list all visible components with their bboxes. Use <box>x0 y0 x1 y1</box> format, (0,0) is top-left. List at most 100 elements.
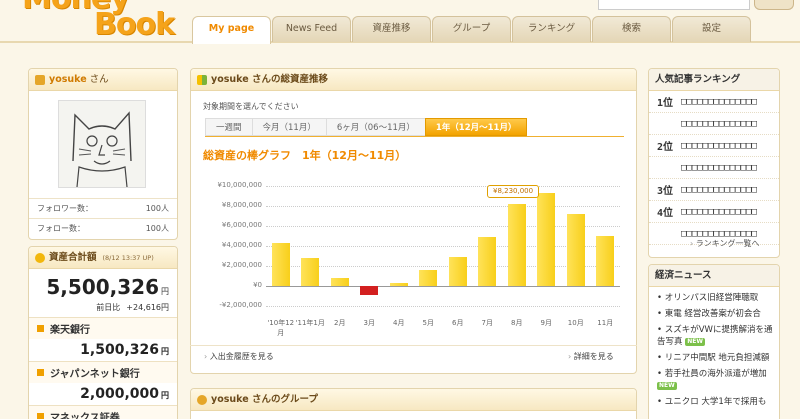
rank-text: □□□□□□□□□□□□□□ <box>681 140 757 151</box>
bank-value-row: 2,000,000 円 <box>29 383 177 405</box>
search-input[interactable] <box>598 0 750 10</box>
news-text: スズキがVWに提携解消を通告写真 <box>657 325 773 347</box>
bank-unit: 円 <box>161 347 169 356</box>
rank-number: 1位 <box>657 98 674 109</box>
chart-bar[interactable] <box>537 193 556 286</box>
user-icon <box>35 74 45 85</box>
group-icon <box>197 394 207 405</box>
ranking-more-link[interactable]: › ランキング一覧へ <box>690 238 760 249</box>
money-book-logo[interactable]: Money Book <box>22 0 175 42</box>
x-tick-label: '11年1月 <box>295 319 325 327</box>
chart-gridline <box>266 286 620 287</box>
rank-number: 2位 <box>657 142 674 153</box>
asset-bar-chart: ¥10,000,000 ¥8,000,000 ¥6,000,000 ¥4,000,00… <box>200 178 625 337</box>
tab-my-page[interactable]: My page <box>192 16 271 44</box>
news-item[interactable]: • オリンパス旧経営陣聴取 <box>649 290 779 306</box>
delta-label: 前日比 <box>96 303 121 312</box>
chart-bar[interactable] <box>360 286 379 295</box>
news-item[interactable]: • スズキがVWに提携解消を通告写真 NEW <box>649 322 779 350</box>
chart-icon <box>197 74 207 85</box>
followers-value: 100人 <box>145 204 169 213</box>
rank-text: □□□□□□□□□□□□□□ <box>681 184 757 195</box>
tab-asset-trend[interactable]: 資産推移 <box>352 16 431 42</box>
chart-bar[interactable] <box>419 270 438 286</box>
bank-item[interactable]: 楽天銀行 <box>29 317 177 339</box>
chart-gridline <box>266 206 620 207</box>
tab-search[interactable]: 検索 <box>592 16 671 42</box>
tab-ranking[interactable]: ランキング <box>512 16 591 42</box>
news-item[interactable]: • 東電 経営改善案が初会合 <box>649 306 779 322</box>
period-1year[interactable]: 1年（12月〜11月） <box>424 118 528 136</box>
bank-bullet-icon <box>37 413 44 419</box>
news-item[interactable]: • リニア中間駅 地元負担減額 <box>649 350 779 366</box>
assets-title: 資産合計額 <box>49 251 97 263</box>
ranking-item[interactable]: 4位 □□□□□□□□□□□□□□ <box>649 201 779 223</box>
details-link[interactable]: › 詳細を見る <box>568 351 614 362</box>
news-text: オリンパス旧経営陣聴取 <box>664 293 759 303</box>
followers-label: フォロワー数： <box>37 204 93 213</box>
x-tick-label: 4月 <box>393 319 405 327</box>
chart-bar[interactable] <box>301 258 320 286</box>
ranking-item[interactable]: □□□□□□□□□□□□□□ <box>649 157 779 179</box>
group-header: yosuke さんのグループ <box>191 389 636 411</box>
x-tick-label: 5月 <box>422 319 434 327</box>
bank-item[interactable]: ジャパンネット銀行 <box>29 361 177 383</box>
y-tick-label: ¥4,000,000 <box>221 241 262 249</box>
ranking-list: 1位 □□□□□□□□□□□□□□ □□□□□□□□□□□□□□ 2位 □□□□□□… <box>649 91 779 245</box>
main-nav: My page News Feed 資産推移 グループ ランキング 検索 設定 <box>192 16 752 44</box>
rank-text: □□□□□□□□□□□□□□ <box>681 118 757 129</box>
x-tick-label: 9月 <box>540 319 552 327</box>
news-text: 若手社員の海外派遣が増加 <box>664 369 767 379</box>
ranking-item[interactable]: 1位 □□□□□□□□□□□□□□ <box>649 91 779 113</box>
value-tooltip: ¥8,230,000 <box>487 185 540 198</box>
chart-bar[interactable] <box>507 203 526 286</box>
following-value: 100人 <box>145 224 169 233</box>
cat-drawing-icon <box>72 111 132 188</box>
followers-row[interactable]: フォロワー数： 100人 <box>29 198 177 218</box>
avatar[interactable] <box>58 100 146 188</box>
period-tabs: 一週間 今月（11月） 6ヶ月（06〜11月） 1年（12月〜11月） <box>205 118 636 136</box>
x-tick-label: 2月 <box>334 319 346 327</box>
assets-total: 5,500,326 <box>46 275 159 299</box>
ranking-item[interactable]: □□□□□□□□□□□□□□ <box>649 113 779 135</box>
chart-bar[interactable] <box>448 257 467 286</box>
chart-bar[interactable] <box>596 236 615 286</box>
deposit-history-text: 入出金履歴を見る <box>209 352 274 361</box>
tab-group[interactable]: グループ <box>432 16 511 42</box>
period-prompt: 対象期間を選んでください <box>203 102 299 111</box>
chart-bar[interactable] <box>478 237 497 286</box>
y-tick-label: ¥6,000,000 <box>221 221 262 229</box>
user-name[interactable]: yosuke <box>49 69 87 91</box>
bank-item[interactable]: マネックス証券 <box>29 405 177 419</box>
x-tick-label: 11月 <box>597 319 614 327</box>
following-row[interactable]: フォロー数： 100人 <box>29 218 177 238</box>
y-tick-label: ¥10,000,000 <box>217 181 262 189</box>
chart-bar[interactable] <box>389 283 408 286</box>
period-month[interactable]: 今月（11月） <box>251 118 326 136</box>
chart-bar[interactable] <box>330 278 349 286</box>
ranking-item[interactable]: 3位 □□□□□□□□□□□□□□ <box>649 179 779 201</box>
x-tick-label: 10月 <box>567 319 584 327</box>
new-badge: NEW <box>657 381 677 390</box>
deposit-history-link[interactable]: › 入出金履歴を見る <box>204 351 274 362</box>
x-tick-label: 3月 <box>363 319 375 327</box>
chart-bar[interactable] <box>566 214 585 286</box>
tab-news-feed[interactable]: News Feed <box>272 16 351 42</box>
rank-number: 4位 <box>657 208 674 219</box>
tab-settings[interactable]: 設定 <box>672 16 751 42</box>
search-button[interactable] <box>754 0 794 10</box>
bank-name: マネックス証券 <box>50 413 120 419</box>
news-panel: 経済ニュース • オリンパス旧経営陣聴取 • 東電 経営改善案が初会合 • スズ… <box>648 264 780 419</box>
chart-bar[interactable] <box>271 243 290 286</box>
group-panel: yosuke さんのグループ <box>190 388 637 419</box>
news-text: ユニクロ 大学1年で採用も <box>664 397 767 407</box>
bank-bullet-icon <box>37 369 44 376</box>
period-6months[interactable]: 6ヶ月（06〜11月） <box>325 118 425 136</box>
y-tick-label: -¥2,000,000 <box>219 301 262 309</box>
logo-line2: Book <box>94 7 175 42</box>
profile-header: yosuke さん <box>29 69 177 91</box>
news-item[interactable]: • 若手社員の海外派遣が増加 NEW <box>649 366 779 394</box>
news-item[interactable]: • ユニクロ 大学1年で採用も <box>649 394 779 410</box>
period-week[interactable]: 一週間 <box>205 118 252 136</box>
ranking-item[interactable]: 2位 □□□□□□□□□□□□□□ <box>649 135 779 157</box>
